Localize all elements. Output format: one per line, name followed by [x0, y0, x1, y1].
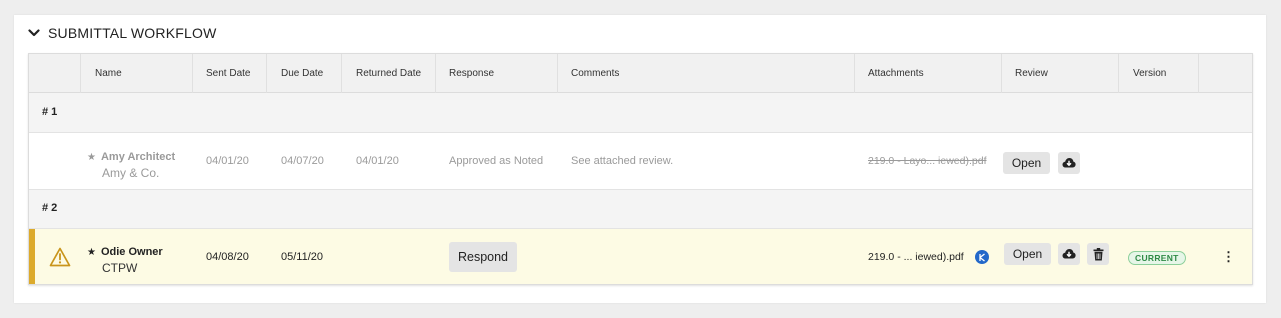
column-divider — [1118, 54, 1119, 93]
warning-indicator-bar — [29, 229, 35, 284]
column-header-version[interactable]: Version — [1133, 54, 1166, 93]
reviewer-name-cell: ★ Odie Owner CTPW — [87, 242, 163, 275]
chevron-down-icon[interactable] — [28, 27, 40, 39]
more-vertical-icon[interactable]: ⋮ — [1222, 249, 1235, 265]
column-divider — [435, 54, 436, 93]
attachment-link[interactable]: 219.0 - ... iewed).pdf — [868, 251, 964, 263]
cloud-download-icon — [1062, 158, 1076, 168]
group-row-1: # 1 — [29, 93, 1252, 133]
trash-icon — [1093, 247, 1103, 260]
star-icon: ★ — [87, 152, 96, 163]
group-label: # 2 — [42, 202, 58, 214]
column-divider — [854, 54, 855, 93]
download-button[interactable] — [1058, 243, 1080, 265]
workflow-table: Name Sent Date Due Date Returned Date Re… — [28, 53, 1253, 285]
due-date: 04/07/20 — [281, 155, 324, 167]
sent-date: 04/01/20 — [206, 155, 249, 167]
submittal-workflow-card: SUBMITTAL WORKFLOW Name Sent Date Due Da… — [14, 15, 1266, 303]
group-label: # 1 — [42, 106, 58, 118]
markup-glyph — [978, 252, 985, 262]
column-header-review[interactable]: Review — [1015, 54, 1048, 93]
column-header-response[interactable]: Response — [449, 54, 494, 93]
open-button[interactable]: Open — [1004, 243, 1051, 265]
version-badge-current: CURRENT — [1128, 251, 1186, 265]
reviewer-name-cell: ★ Amy Architect Amy & Co. — [87, 147, 175, 180]
cloud-download-icon — [1062, 249, 1076, 259]
column-header-comments[interactable]: Comments — [571, 54, 619, 93]
column-header-returned-date[interactable]: Returned Date — [356, 54, 421, 93]
column-divider — [1198, 54, 1199, 93]
column-divider — [341, 54, 342, 93]
column-header-sent-date[interactable]: Sent Date — [206, 54, 250, 93]
column-divider — [557, 54, 558, 93]
due-date: 05/11/20 — [281, 251, 324, 263]
column-header-due-date[interactable]: Due Date — [281, 54, 323, 93]
table-row: ★ Amy Architect Amy & Co. 04/01/20 04/07/… — [29, 133, 1252, 190]
sent-date: 04/08/20 — [206, 251, 249, 263]
download-button[interactable] — [1058, 152, 1080, 174]
warning-triangle-icon — [49, 247, 71, 267]
table-header: Name Sent Date Due Date Returned Date Re… — [29, 54, 1252, 93]
reviewer-company: CTPW — [102, 261, 138, 275]
reviewer-name: Amy Architect — [100, 151, 176, 163]
comment-text: See attached review. — [571, 155, 674, 167]
open-button[interactable]: Open — [1003, 152, 1050, 174]
column-divider — [266, 54, 267, 93]
star-icon: ★ — [87, 247, 96, 258]
returned-date: 04/01/20 — [356, 155, 399, 167]
respond-button[interactable]: Respond — [449, 242, 517, 272]
column-divider — [192, 54, 193, 93]
column-header-attachments[interactable]: Attachments — [868, 54, 924, 93]
delete-button[interactable] — [1087, 243, 1109, 265]
markup-icon[interactable] — [975, 250, 989, 264]
column-divider — [80, 54, 81, 93]
section-title: SUBMITTAL WORKFLOW — [48, 25, 217, 41]
attachment-link[interactable]: 219.0 - Layo... iewed).pdf — [868, 155, 987, 167]
column-divider — [1001, 54, 1002, 93]
reviewer-name: Odie Owner — [100, 246, 163, 258]
section-header[interactable]: SUBMITTAL WORKFLOW — [28, 23, 217, 43]
table-row: ★ Odie Owner CTPW 04/08/20 05/11/20 Respo… — [29, 229, 1252, 284]
response-text: Approved as Noted — [449, 155, 544, 167]
column-header-name[interactable]: Name — [95, 54, 122, 93]
reviewer-company: Amy & Co. — [102, 166, 160, 180]
group-row-2: # 2 — [29, 190, 1252, 229]
